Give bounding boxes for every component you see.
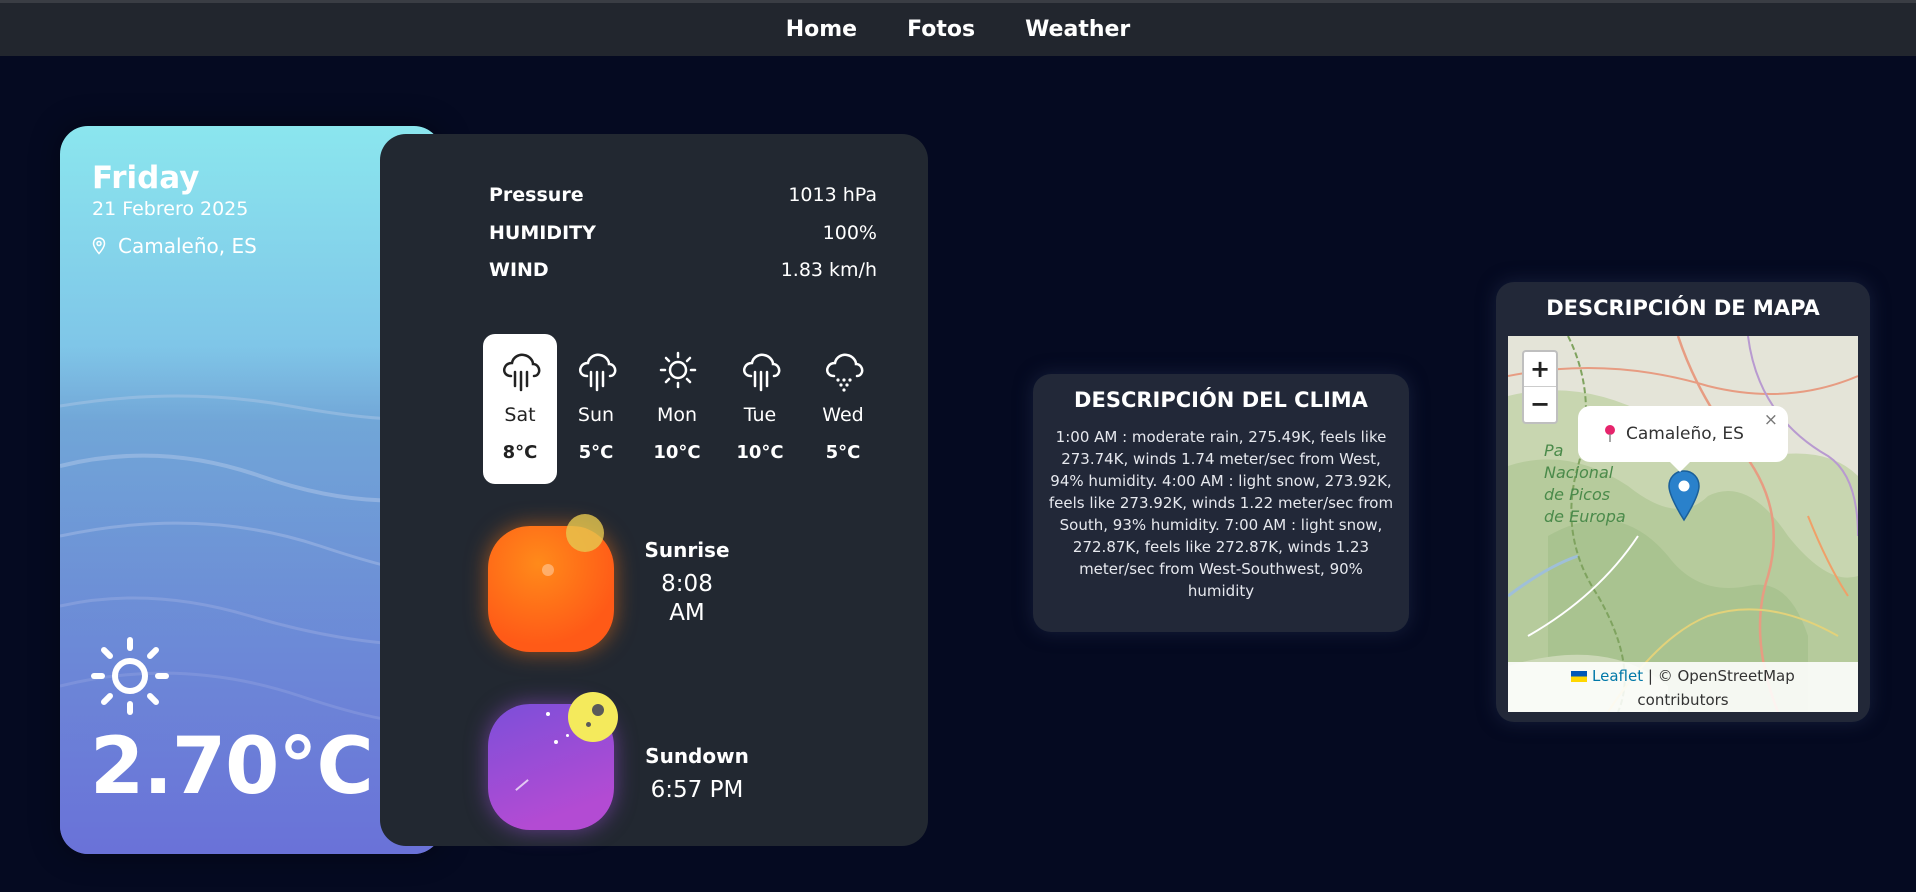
popup-close-button[interactable]: × — [1764, 410, 1778, 430]
pressure-value: 1013 hPa — [788, 184, 877, 206]
current-temperature: 2.70°C — [90, 722, 374, 812]
forecast-day-mon[interactable]: Mon 10°C — [640, 334, 714, 484]
snow-cloud-icon — [826, 353, 864, 392]
leaflet-map[interactable]: Pa Nacional de Picos de Europa + − Camal… — [1508, 336, 1858, 712]
pressure-row: Pressure 1013 hPa — [489, 184, 877, 206]
sun-icon — [659, 351, 697, 389]
popup-tip — [1668, 460, 1692, 472]
day-name: Friday — [92, 160, 200, 196]
humidity-label: HUMIDITY — [489, 222, 596, 244]
map-attribution: Leaflet | © OpenStreetMap contributors — [1508, 662, 1858, 712]
forecast-day-temp: 8°C — [502, 442, 538, 463]
location-label: Camaleño, ES — [118, 234, 257, 258]
ukraine-flag-icon — [1571, 671, 1588, 682]
pressure-label: Pressure — [489, 184, 584, 206]
forecast-day-label: Sun — [577, 404, 615, 426]
forecast-day-temp: 5°C — [825, 442, 861, 463]
weather-description-text: 1:00 AM : moderate rain, 275.49K, feels … — [1048, 428, 1394, 600]
week-forecast: Sat 8°C Sun 5°C Mon 10°C Tue 10°C Wed 5°… — [483, 334, 883, 484]
zoom-out-button[interactable]: − — [1524, 387, 1556, 422]
humidity-row: HUMIDITY 100% — [489, 222, 877, 244]
popup-location: Camaleño, ES — [1626, 424, 1744, 444]
attribution-text-2: contributors — [1637, 691, 1729, 709]
leaflet-link[interactable]: Leaflet — [1592, 667, 1643, 685]
humidity-value: 100% — [822, 222, 877, 244]
map-marker-icon[interactable] — [1667, 470, 1701, 522]
location: Camaleño, ES — [92, 234, 257, 258]
map-popup: Camaleño, ES × — [1578, 406, 1788, 462]
nav-fotos[interactable]: Fotos — [907, 17, 975, 42]
location-pin-icon — [92, 237, 106, 255]
sunrise-time: 8:08 AM — [607, 570, 767, 628]
sundown-time: 6:57 PM — [650, 777, 744, 803]
sunrise-label: Sunrise — [644, 538, 730, 562]
forecast-day-sun[interactable]: Sun 5°C — [559, 334, 633, 484]
weather-description-card: DESCRIPCIÓN DEL CLIMA 1:00 AM : moderate… — [1033, 374, 1409, 632]
nav-weather[interactable]: Weather — [1025, 17, 1130, 42]
sunrise-time-period: AM — [669, 600, 705, 626]
sunrise-time-hour: 8:08 — [661, 571, 713, 597]
navbar: Home Fotos Weather — [0, 3, 1916, 56]
date: 21 Febrero 2025 — [92, 198, 249, 220]
rain-cloud-icon — [743, 353, 781, 392]
sundown-label: Sundown — [645, 744, 749, 768]
rain-cloud-icon — [503, 353, 541, 392]
forecast-day-temp: 10°C — [736, 442, 784, 463]
forecast-day-tue[interactable]: Tue 10°C — [723, 334, 797, 484]
forecast-day-label: Sat — [504, 404, 536, 426]
pin-icon — [1605, 425, 1615, 442]
map-card: DESCRIPCIÓN DE MAPA Pa Nacional de Picos… — [1496, 282, 1870, 722]
map-title: DESCRIPCIÓN DE MAPA — [1546, 296, 1820, 320]
nav-home[interactable]: Home — [786, 17, 857, 42]
sun-icon — [91, 637, 169, 715]
forecast-day-temp: 10°C — [653, 442, 701, 463]
attribution-text: | © OpenStreetMap — [1647, 667, 1795, 685]
rain-cloud-icon — [579, 353, 617, 392]
forecast-day-sat[interactable]: Sat 8°C — [483, 334, 557, 484]
forecast-day-wed[interactable]: Wed 5°C — [806, 334, 880, 484]
weather-description-title: DESCRIPCIÓN DEL CLIMA — [1074, 388, 1368, 412]
forecast-day-label: Tue — [743, 404, 777, 426]
zoom-control: + − — [1522, 350, 1558, 424]
info-panel: Pressure 1013 hPa HUMIDITY 100% WIND 1.8… — [380, 134, 928, 846]
forecast-day-label: Mon — [656, 404, 698, 426]
wind-label: WIND — [489, 259, 549, 281]
forecast-day-label: Wed — [822, 404, 864, 426]
moon-graphic — [568, 692, 618, 742]
zoom-in-button[interactable]: + — [1524, 352, 1556, 387]
wind-value: 1.83 km/h — [780, 259, 877, 281]
sunrise-sun-graphic — [566, 514, 604, 552]
forecast-day-temp: 5°C — [578, 442, 614, 463]
wind-row: WIND 1.83 km/h — [489, 259, 877, 281]
